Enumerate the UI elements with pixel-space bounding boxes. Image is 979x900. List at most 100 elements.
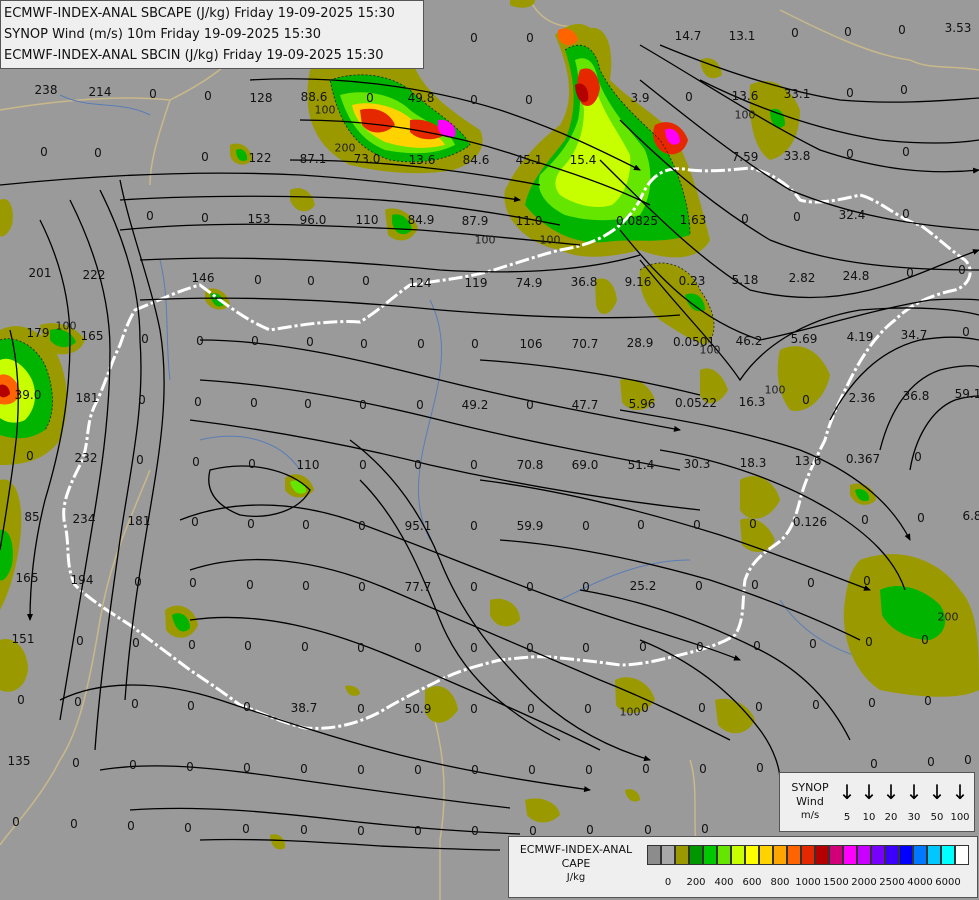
cape-value-label: 0: [187, 699, 195, 713]
cape-value-label: 34.7: [900, 328, 928, 342]
cape-value-label: 0: [964, 753, 972, 767]
cape-value-label: 0: [749, 517, 757, 531]
cape-value-label: 179: [26, 326, 50, 340]
cape-value-label: 49.8: [407, 91, 435, 105]
cape-value-label: 15.4: [569, 153, 597, 167]
weather-map[interactable]: 0 0 14.7 13.1 0 0 0 3.53 238 214 0 0 128 88.6 0 49.8 0 0 3…: [0, 0, 979, 900]
cape-value-label: 0: [357, 763, 365, 777]
cape-legend: ECMWF-INDEX-ANAL CAPE J/kg 0 200 400 600 800…: [508, 836, 978, 898]
cape-color-swatch: [871, 845, 885, 865]
cape-value-label: 110: [296, 458, 320, 472]
cape-value-label: 0: [644, 823, 652, 837]
wind-legend-item: ↓ 50: [926, 781, 948, 825]
map-header: ECMWF-INDEX-ANAL SBCAPE (J/kg) Friday 19…: [0, 0, 424, 69]
cape-value-label: 0: [414, 641, 422, 655]
wind-legend-item: ↓ 20: [880, 781, 902, 825]
cape-value-label: 33.1: [783, 87, 811, 101]
cape-color-swatch: [815, 845, 829, 865]
cape-value-label: 25.2: [629, 579, 657, 593]
cape-value-label: 214: [88, 85, 112, 99]
cape-value-label: 0: [958, 263, 966, 277]
cin-contour-label: 100: [619, 705, 641, 719]
cape-value-label: 0: [149, 87, 157, 101]
cape-value-label: 0: [414, 458, 422, 472]
cape-value-label: 14.7: [674, 29, 702, 43]
cape-value-label: 0: [586, 823, 594, 837]
cape-value-label: 2.82: [788, 271, 816, 285]
cape-value-label: 0: [248, 457, 256, 471]
cape-value-label: 0: [900, 83, 908, 97]
cape-value-label: 0: [357, 702, 365, 716]
cape-value-label: 0: [791, 26, 799, 40]
cape-value-label: 7.59: [731, 150, 759, 164]
cape-tick-label: 6000: [935, 877, 961, 888]
cape-value-label: 0: [868, 696, 876, 710]
cape-tick-label: 400: [714, 877, 734, 888]
cin-contour-label: 200: [334, 141, 356, 155]
cape-value-label: 0: [307, 274, 315, 288]
cape-value-label: 0.0522: [675, 396, 717, 410]
cape-value-label: 13.1: [728, 29, 756, 43]
cape-value-label: 0: [470, 519, 478, 533]
cape-value-label: 45.1: [515, 153, 543, 167]
cape-value-label: 0: [72, 756, 80, 770]
cape-value-label: 0: [146, 209, 154, 223]
cape-value-label: 165: [15, 571, 39, 585]
wind-legend-title: SYNOP Wind m/s: [784, 781, 836, 823]
cape-value-label: 2.36: [848, 391, 876, 405]
cape-value-label: 28.9: [626, 336, 654, 350]
cape-tick-label: 4000: [907, 877, 933, 888]
cape-value-label: 0: [127, 819, 135, 833]
cape-value-label: 0: [927, 755, 935, 769]
cape-value-label: 0: [921, 633, 929, 647]
cape-value-label: 0: [584, 702, 592, 716]
wind-legend: SYNOP Wind m/s ↓ 5 ↓ 10 ↓ 20 ↓ 30 ↓ 50 ↓…: [779, 772, 975, 832]
cape-value-label: 6.8: [962, 509, 979, 523]
wind-legend-item: ↓ 100: [949, 781, 971, 825]
cape-value-label: 0: [582, 580, 590, 594]
cape-value-label: 0: [685, 90, 693, 104]
cape-color-swatch: [661, 845, 675, 865]
cape-value-label: 151: [11, 632, 35, 646]
cape-color-swatch: [927, 845, 941, 865]
cape-value-label: 201: [28, 266, 52, 280]
cape-value-label: 0: [755, 700, 763, 714]
cape-tick-label: 800: [770, 877, 790, 888]
cape-value-label: 0: [138, 393, 146, 407]
cape-value-label: 0: [906, 266, 914, 280]
cape-value-label: 36.8: [902, 389, 930, 403]
cape-value-label: 16.3: [738, 395, 766, 409]
wind-speed-label: 100: [950, 812, 970, 823]
cape-color-swatch: [843, 845, 857, 865]
cape-value-label: 36.8: [570, 275, 598, 289]
cape-value-label: 0: [470, 702, 478, 716]
cape-value-label: 59.9: [516, 519, 544, 533]
cape-value-label: 0: [366, 91, 374, 105]
cape-color-swatch: [899, 845, 913, 865]
cape-value-label: 0: [751, 578, 759, 592]
cape-value-label: 194: [70, 573, 94, 587]
cape-legend-title-line: ECMWF-INDEX-ANAL: [519, 843, 633, 856]
cape-value-label: 0: [194, 395, 202, 409]
cape-color-swatch: [885, 845, 899, 865]
cape-value-label: 119: [464, 276, 488, 290]
cape-value-label: 0: [471, 763, 479, 777]
cape-value-label: 84.9: [407, 213, 435, 227]
cape-value-label: 11.0: [515, 214, 543, 228]
cape-value-label: 0: [196, 334, 204, 348]
header-line-sbcape: ECMWF-INDEX-ANAL SBCAPE (J/kg) Friday 19…: [4, 6, 395, 21]
cape-value-label: 0: [525, 93, 533, 107]
cape-value-label: 0: [902, 145, 910, 159]
cape-value-label: 0: [526, 31, 534, 45]
cape-value-label: 30.3: [683, 457, 711, 471]
cape-value-label: 1.63: [679, 213, 707, 227]
cape-value-label: 0: [188, 638, 196, 652]
map-canvas: [0, 0, 979, 900]
cape-tick-label: 600: [742, 877, 762, 888]
cape-value-label: 0: [846, 86, 854, 100]
cape-value-label: 146: [191, 271, 215, 285]
cape-value-label: 13.6: [731, 89, 759, 103]
cape-value-label: 24.8: [842, 269, 870, 283]
wind-speed-label: 30: [907, 812, 921, 823]
cape-value-label: 0: [962, 325, 970, 339]
